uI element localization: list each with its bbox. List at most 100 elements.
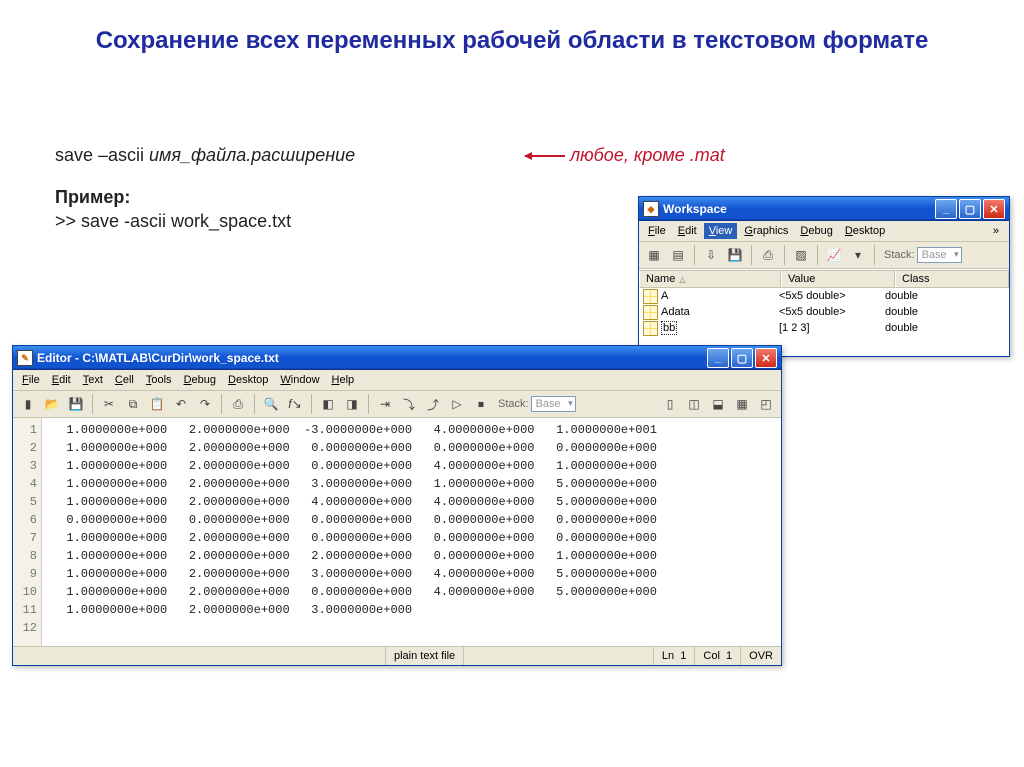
plot-dropdown-icon[interactable]: ▾ xyxy=(847,244,869,266)
separator xyxy=(751,245,752,265)
menu-debug[interactable]: Debug xyxy=(179,372,221,388)
sort-asc-icon: △ xyxy=(679,275,685,284)
tile-2h-icon[interactable]: ◫ xyxy=(683,393,705,415)
example-block: Пример: >> save -ascii work_space.txt xyxy=(55,185,291,234)
code-line: 1.0000000e+000 2.0000000e+000 3.0000000e… xyxy=(42,475,781,493)
open-var-icon[interactable]: ▤ xyxy=(667,244,689,266)
separator xyxy=(92,394,93,414)
variable-icon xyxy=(643,321,658,336)
stack-label: Stack: xyxy=(498,398,529,410)
line-number: 5 xyxy=(13,493,41,511)
delete-icon[interactable]: ▨ xyxy=(790,244,812,266)
line-gutter: 123456789101112 xyxy=(13,418,42,646)
editor-toolbar: ▮ 📂 💾 ✂ ⧉ 📋 ↶ ↷ ⎙ 🔍 f↘ ◧ ◨ ⇥ ⤵ ⤴ ▷ ⏹ Sta… xyxy=(13,391,781,418)
menu-edit[interactable]: Edit xyxy=(673,223,702,239)
dock-icon[interactable]: ◰ xyxy=(755,393,777,415)
matlab-icon: ◆ xyxy=(643,201,659,217)
plot-icon[interactable]: 📈 xyxy=(823,244,845,266)
line-number: 3 xyxy=(13,457,41,475)
command-args: имя_файла.расширение xyxy=(149,145,355,165)
status-col: Col 1 xyxy=(694,647,740,665)
paste-icon[interactable]: 📋 xyxy=(146,393,168,415)
editor-icon: ✎ xyxy=(17,350,33,366)
find-icon[interactable]: 🔍 xyxy=(260,393,282,415)
minimize-button[interactable]: _ xyxy=(935,199,957,219)
step-icon[interactable]: ⇥ xyxy=(374,393,396,415)
redo-icon[interactable]: ↷ xyxy=(194,393,216,415)
separator xyxy=(784,245,785,265)
function-icon[interactable]: f↘ xyxy=(284,393,306,415)
variable-row[interactable]: A<5x5 double>double xyxy=(639,288,1009,304)
workspace-toolbar: ▦ ▤ ⇩ 💾 ⎙ ▨ 📈 ▾ Stack: Base xyxy=(639,242,1009,269)
arrow-left-icon xyxy=(525,155,565,157)
continue-icon[interactable]: ▷ xyxy=(446,393,468,415)
menu-help[interactable]: Help xyxy=(327,372,360,388)
minimize-button[interactable]: _ xyxy=(707,348,729,368)
new-file-icon[interactable]: ▮ xyxy=(17,393,39,415)
col-value-header[interactable]: Value xyxy=(781,270,895,288)
menu-tools[interactable]: Tools xyxy=(141,372,177,388)
code-line: 1.0000000e+000 2.0000000e+000 -3.0000000… xyxy=(42,421,781,439)
menu-edit[interactable]: Edit xyxy=(47,372,76,388)
tile-2v-icon[interactable]: ⬓ xyxy=(707,393,729,415)
code-line: 1.0000000e+000 2.0000000e+000 0.0000000e… xyxy=(42,583,781,601)
save-icon[interactable]: 💾 xyxy=(65,393,87,415)
step-out-icon[interactable]: ⤴ xyxy=(422,393,444,415)
breakpoint-set-icon[interactable]: ◧ xyxy=(317,393,339,415)
line-number: 12 xyxy=(13,619,41,637)
separator xyxy=(221,394,222,414)
variable-value: <5x5 double> xyxy=(779,306,885,318)
print-icon[interactable]: ⎙ xyxy=(757,244,779,266)
code-line: 1.0000000e+000 2.0000000e+000 3.0000000e… xyxy=(42,565,781,583)
tile-1-icon[interactable]: ▯ xyxy=(659,393,681,415)
breakpoint-clear-icon[interactable]: ◨ xyxy=(341,393,363,415)
variable-row[interactable]: bb[1 2 3]double xyxy=(639,320,1009,336)
editor-text[interactable]: 1.0000000e+000 2.0000000e+000 -3.0000000… xyxy=(42,418,781,646)
menu-window[interactable]: Window xyxy=(275,372,324,388)
editor-titlebar[interactable]: ✎ Editor - C:\MATLAB\CurDir\work_space.t… xyxy=(13,346,781,370)
code-line: 1.0000000e+000 2.0000000e+000 2.0000000e… xyxy=(42,547,781,565)
line-number: 11 xyxy=(13,601,41,619)
stack-label: Stack: xyxy=(884,249,915,261)
menu-file[interactable]: File xyxy=(17,372,45,388)
open-file-icon[interactable]: 📂 xyxy=(41,393,63,415)
col-class-header[interactable]: Class xyxy=(895,270,1009,288)
menu-overflow-icon[interactable]: » xyxy=(987,225,1005,237)
variable-class: double xyxy=(885,322,1009,334)
new-var-icon[interactable]: ▦ xyxy=(643,244,665,266)
stack-selector[interactable]: Base xyxy=(531,396,576,412)
stack-selector[interactable]: Base xyxy=(917,247,962,263)
variable-row[interactable]: Adata<5x5 double>double xyxy=(639,304,1009,320)
tile-4-icon[interactable]: ▦ xyxy=(731,393,753,415)
menu-file[interactable]: File xyxy=(643,223,671,239)
line-number: 4 xyxy=(13,475,41,493)
menu-graphics[interactable]: Graphics xyxy=(739,223,793,239)
slide-title: Сохранение всех переменных рабочей облас… xyxy=(0,0,1024,66)
col-name-header[interactable]: Name△ xyxy=(639,270,781,288)
cut-icon[interactable]: ✂ xyxy=(98,393,120,415)
undo-icon[interactable]: ↶ xyxy=(170,393,192,415)
copy-icon[interactable]: ⧉ xyxy=(122,393,144,415)
import-icon[interactable]: ⇩ xyxy=(700,244,722,266)
maximize-button[interactable]: ▢ xyxy=(959,199,981,219)
menu-desktop[interactable]: Desktop xyxy=(223,372,273,388)
workspace-titlebar[interactable]: ◆ Workspace _ ▢ ✕ xyxy=(639,197,1009,221)
stop-icon[interactable]: ⏹ xyxy=(470,393,492,415)
menu-cell[interactable]: Cell xyxy=(110,372,139,388)
close-button[interactable]: ✕ xyxy=(755,348,777,368)
save-icon[interactable]: 💾 xyxy=(724,244,746,266)
menu-view[interactable]: View xyxy=(704,223,738,239)
menu-debug[interactable]: Debug xyxy=(795,223,837,239)
print-icon[interactable]: ⎙ xyxy=(227,393,249,415)
line-number: 2 xyxy=(13,439,41,457)
step-in-icon[interactable]: ⤵ xyxy=(398,393,420,415)
maximize-button[interactable]: ▢ xyxy=(731,348,753,368)
close-button[interactable]: ✕ xyxy=(983,199,1005,219)
menu-text[interactable]: Text xyxy=(78,372,108,388)
line-number: 7 xyxy=(13,529,41,547)
editor-body[interactable]: 123456789101112 1.0000000e+000 2.0000000… xyxy=(13,418,781,646)
menu-desktop[interactable]: Desktop xyxy=(840,223,890,239)
code-line: 1.0000000e+000 2.0000000e+000 4.0000000e… xyxy=(42,493,781,511)
separator xyxy=(254,394,255,414)
line-number: 10 xyxy=(13,583,41,601)
